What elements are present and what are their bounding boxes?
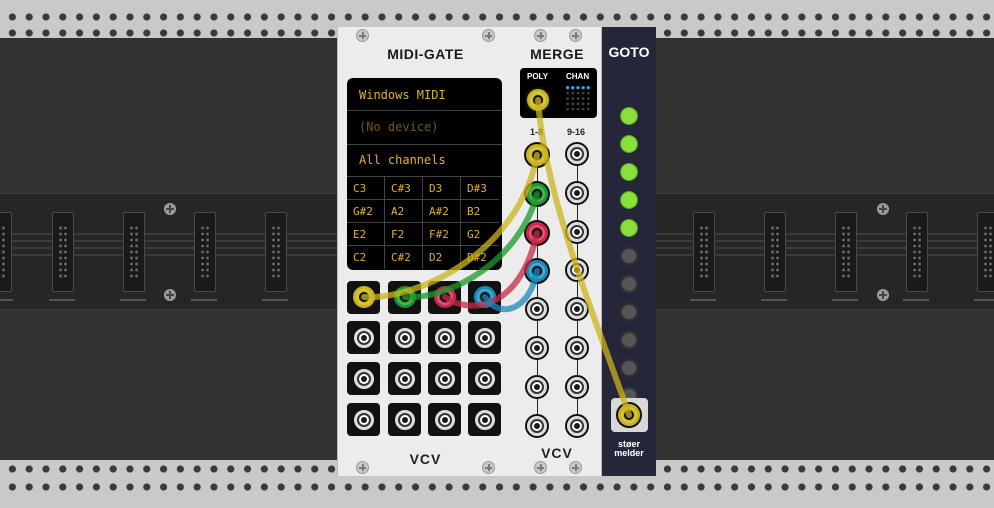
gate-output-jack[interactable] [351,284,377,310]
midi-driver-select[interactable]: Windows MIDI [359,88,446,102]
poly-label: POLY [527,72,549,81]
jump-button-led[interactable] [620,191,638,209]
note-cell[interactable]: C3 [347,177,385,200]
merge-input-jack[interactable] [565,142,589,166]
gate-output-jack[interactable] [433,408,457,432]
note-cell[interactable]: A#2 [423,200,461,223]
note-cell[interactable]: E2 [347,223,385,246]
ribbon-connector [49,212,75,301]
ribbon-connector [191,212,217,301]
midi-display: Windows MIDI (No device) All channels C3… [347,78,502,270]
module-title: MIDI-GATE [387,46,464,62]
note-cell[interactable]: F#2 [423,223,461,246]
column-label-right: 9-16 [567,127,586,137]
screw-icon [534,29,547,42]
note-cell[interactable]: D3 [423,177,461,200]
jump-button-led[interactable] [620,163,638,181]
jump-button-led[interactable] [620,107,638,125]
merge-input-jack[interactable] [565,220,589,244]
note-cell[interactable]: D#3 [461,177,499,200]
merge-input-jack[interactable] [525,375,549,399]
note-cell[interactable]: D#2 [461,246,499,269]
screw-icon [482,29,495,42]
note-cell[interactable]: C#2 [385,246,423,269]
screw-icon [164,203,176,215]
stoermelder-logo: støer melder [614,439,644,458]
merge-input-jack[interactable] [525,336,549,360]
chan-label: CHAN [566,72,590,81]
note-cell[interactable]: C#3 [385,177,423,200]
note-cell[interactable]: B2 [461,200,499,223]
gate-output-jack[interactable] [393,408,417,432]
screw-icon [877,289,889,301]
merge-input-jack[interactable] [565,414,589,438]
merge-input-jack[interactable] [524,142,550,168]
merge-input-jack[interactable] [524,258,550,284]
ribbon-connector [974,212,994,301]
poly-output-jack[interactable] [525,87,551,113]
gate-output-jack[interactable] [433,367,457,391]
jump-button-led[interactable] [620,135,638,153]
gate-output-jack[interactable] [352,367,376,391]
merge-input-jack[interactable] [565,375,589,399]
vcv-logo: VCV [409,451,442,467]
gate-output-jack[interactable] [392,284,418,310]
gate-output-jack[interactable] [473,326,497,350]
midi-channel-select[interactable]: All channels [359,153,446,167]
screw-icon [877,203,889,215]
gate-output-jack[interactable] [433,326,457,350]
jump-button-led[interactable] [620,247,638,265]
note-cell[interactable]: C2 [347,246,385,269]
ribbon-connector [832,212,858,301]
ribbon-connector [0,212,13,301]
gate-output-jack[interactable] [393,326,417,350]
merge-input-jack[interactable] [524,181,550,207]
module-title: MERGE [530,46,584,62]
jump-button-led[interactable] [620,219,638,237]
note-cell[interactable]: D2 [423,246,461,269]
merge-input-jack[interactable] [525,297,549,321]
merge-input-jack[interactable] [525,414,549,438]
note-cell[interactable]: F2 [385,223,423,246]
note-grid: C3 C#3 D3 D#3 G#2 A2 A#2 B2 E2 F2 F#2 G2… [347,177,502,270]
note-cell[interactable]: G2 [461,223,499,246]
midi-device-select[interactable]: (No device) [359,120,438,134]
ribbon-connector [120,212,146,301]
vcv-logo: VCV [541,445,573,461]
merge-input-jack[interactable] [565,336,589,360]
ribbon-connector [761,212,787,301]
merge-input-jack[interactable] [565,258,589,282]
note-cell[interactable]: A2 [385,200,423,223]
jump-button-led[interactable] [620,275,638,293]
gate-output-jack[interactable] [473,408,497,432]
ribbon-connector [903,212,929,301]
gate-output-jack[interactable] [473,367,497,391]
screw-icon [569,461,582,474]
gate-output-jack[interactable] [432,284,458,310]
ribbon-connector [690,212,716,301]
jump-button-led[interactable] [620,331,638,349]
jump-button-led[interactable] [620,303,638,321]
note-cell[interactable]: G#2 [347,200,385,223]
merge-input-jack[interactable] [524,220,550,246]
column-label-left: 1-8 [530,127,544,137]
screw-icon [534,461,547,474]
jump-button-led[interactable] [620,359,638,377]
trigger-input-jack[interactable] [616,402,642,428]
merge-input-jack[interactable] [565,297,589,321]
screw-icon [164,289,176,301]
merge-input-jack[interactable] [565,181,589,205]
gate-output-jack[interactable] [352,408,376,432]
screw-icon [569,29,582,42]
gate-output-jack[interactable] [393,367,417,391]
gate-output-jack[interactable] [472,284,498,310]
module-title: GOTO [608,44,650,60]
ribbon-connector [262,212,288,301]
gate-output-jack[interactable] [352,326,376,350]
screw-icon [356,29,369,42]
